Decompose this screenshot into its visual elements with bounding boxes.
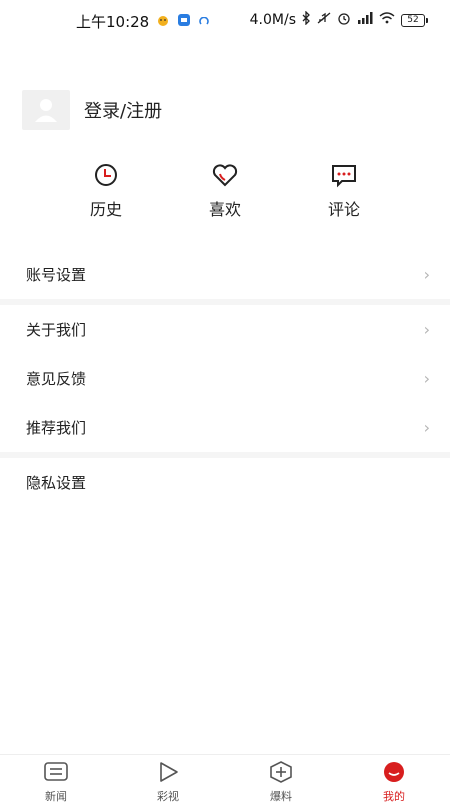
history-label: 历史	[89, 200, 122, 219]
menu-item-label: 关于我们	[26, 321, 87, 339]
chevron-right-icon: ›	[423, 265, 430, 284]
tab-label: 我的	[383, 790, 405, 803]
menu-item-privacy[interactable]: 隐私设置	[0, 458, 450, 507]
bluetooth-icon	[302, 10, 311, 29]
clock-icon	[95, 164, 117, 186]
play-icon	[160, 762, 178, 782]
battery-level: 52	[401, 13, 425, 27]
news-icon	[44, 762, 68, 781]
menu-item-label: 账号设置	[26, 266, 87, 284]
status-bar: 上午10:28 4.0M/s 52	[0, 0, 450, 40]
menu-item-label: 隐私设置	[26, 474, 87, 492]
likes-label: 喜欢	[208, 200, 241, 219]
menu-item-account-settings[interactable]: 账号设置 ›	[0, 250, 450, 299]
tab-label: 彩视	[157, 790, 179, 803]
tab-video[interactable]: 彩视	[138, 761, 198, 804]
tab-report[interactable]: 爆料	[251, 761, 311, 804]
chevron-right-icon: ›	[423, 418, 430, 437]
tab-news[interactable]: 新闻	[26, 761, 86, 804]
avatar[interactable]	[22, 90, 70, 130]
alarm-icon	[337, 11, 351, 29]
plus-icon	[270, 761, 292, 783]
app-icon	[177, 13, 191, 31]
tab-mine[interactable]: 我的	[364, 761, 424, 804]
comments-button[interactable]: 评论	[304, 162, 384, 220]
emoji-icon	[157, 13, 169, 31]
tab-label: 爆料	[270, 790, 292, 803]
bottom-tab-bar: 新闻 彩视 爆料 我的	[0, 754, 450, 804]
chevron-right-icon: ›	[423, 369, 430, 388]
status-right: 4.0M/s 52	[249, 10, 428, 29]
tab-label: 新闻	[45, 790, 67, 803]
mute-icon	[317, 11, 331, 29]
heart-icon	[212, 164, 238, 187]
profile-icon	[384, 762, 404, 782]
menu-item-label: 推荐我们	[26, 419, 87, 437]
likes-button[interactable]: 喜欢	[185, 162, 265, 220]
loading-icon	[199, 13, 210, 31]
profile-header[interactable]: 登录/注册	[22, 90, 162, 130]
status-time: 上午10:28	[76, 13, 150, 31]
menu-item-about-us[interactable]: 关于我们 ›	[0, 305, 450, 354]
status-left: 上午10:28	[76, 11, 210, 32]
comments-label: 评论	[327, 200, 360, 219]
chevron-right-icon: ›	[423, 320, 430, 339]
signal-icon	[357, 12, 373, 28]
comment-icon	[332, 165, 356, 188]
login-register-link[interactable]: 登录/注册	[84, 97, 162, 123]
menu-item-label: 意见反馈	[26, 370, 87, 388]
user-avatar-icon	[35, 99, 57, 122]
network-speed: 4.0M/s	[249, 12, 296, 28]
history-button[interactable]: 历史	[66, 162, 146, 220]
menu-item-recommend[interactable]: 推荐我们 ›	[0, 403, 450, 452]
menu-item-feedback[interactable]: 意见反馈 ›	[0, 354, 450, 403]
battery-icon: 52	[401, 13, 428, 27]
settings-menu: 账号设置 › 关于我们 › 意见反馈 › 推荐我们 › 隐私设置	[0, 250, 450, 507]
wifi-icon	[379, 12, 395, 28]
